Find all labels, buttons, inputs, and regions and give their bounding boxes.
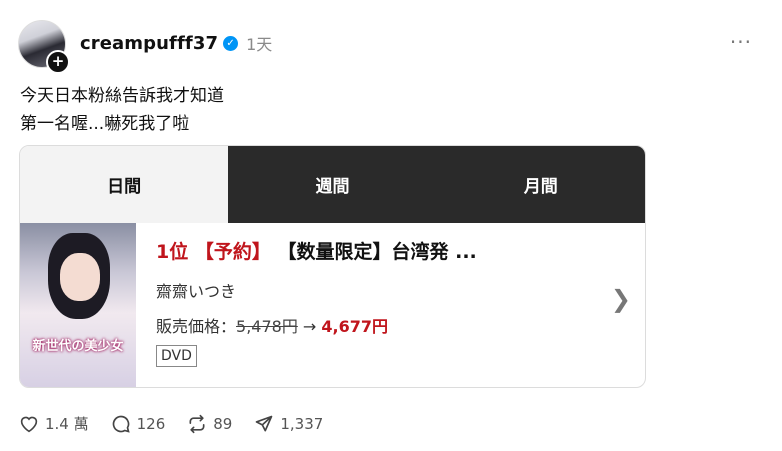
post-text-line-2: 第一名喔...嚇死我了啦 [20,114,190,134]
post-text: 今天日本粉絲告訴我才知道 第一名喔...嚇死我了啦 [20,82,224,138]
post-header: creampufff37 ✓ 1天 [80,31,272,55]
comment-count: 126 [136,414,166,433]
follow-plus-icon[interactable]: + [46,50,70,74]
more-options-icon[interactable]: ··· [730,30,752,54]
old-price: 5,478円 [236,317,298,336]
action-bar: 1.4 萬 126 89 1,337 [19,413,345,434]
tab-monthly[interactable]: 月間 [436,146,645,223]
post-time: 1天 [246,35,273,54]
cover-title: 新世代の美少女 [32,339,124,354]
rank-label: 1位 [156,241,189,263]
preorder-label: 【予約】 [194,241,271,263]
heart-icon [20,416,38,432]
repost-count: 89 [213,414,233,433]
like-count: 1.4 萬 [45,415,89,433]
ranking-item[interactable]: 新世代の美少女 1位 【予約】 【数量限定】台湾発 ... 齋齋いつき 販売価格… [20,223,645,387]
product-title-line[interactable]: 1位 【予約】 【数量限定】台湾発 ... [156,237,477,264]
ranking-card: 日間 週間 月間 新世代の美少女 1位 【予約】 【数量限定】台湾発 ... 齋… [19,145,646,388]
repost-icon [189,414,205,433]
product-cover-image[interactable]: 新世代の美少女 [20,223,136,387]
ranking-tabs: 日間 週間 月間 [20,146,645,223]
price-label: 販売価格： [156,317,237,336]
tab-daily[interactable]: 日間 [20,146,229,223]
new-price: 4,677円 [321,317,389,336]
send-icon [256,415,273,431]
price-row: 販売価格：5,478円 → 4,677円 [156,313,477,337]
verified-badge-icon: ✓ [223,35,239,51]
price-arrow: → [297,317,322,336]
product-title: 【数量限定】台湾発 ... [277,241,477,263]
cover-face [60,253,100,301]
tab-weekly[interactable]: 週間 [228,146,437,223]
username[interactable]: creampufff37 [80,33,218,54]
like-button[interactable]: 1.4 萬 [19,413,89,434]
share-count: 1,337 [280,414,324,433]
share-button[interactable]: 1,337 [254,414,323,434]
comment-icon [112,415,130,433]
comment-button[interactable]: 126 [111,414,166,434]
product-info: 1位 【予約】 【数量限定】台湾発 ... 齋齋いつき 販売価格：5,478円 … [156,237,477,367]
format-badge: DVD [156,345,197,367]
repost-button[interactable]: 89 [187,414,232,434]
post-text-line-1: 今天日本粉絲告訴我才知道 [20,86,224,106]
product-author: 齋齋いつき [156,282,237,301]
chevron-right-icon[interactable]: ❯ [611,285,631,313]
avatar[interactable]: + [18,20,70,74]
